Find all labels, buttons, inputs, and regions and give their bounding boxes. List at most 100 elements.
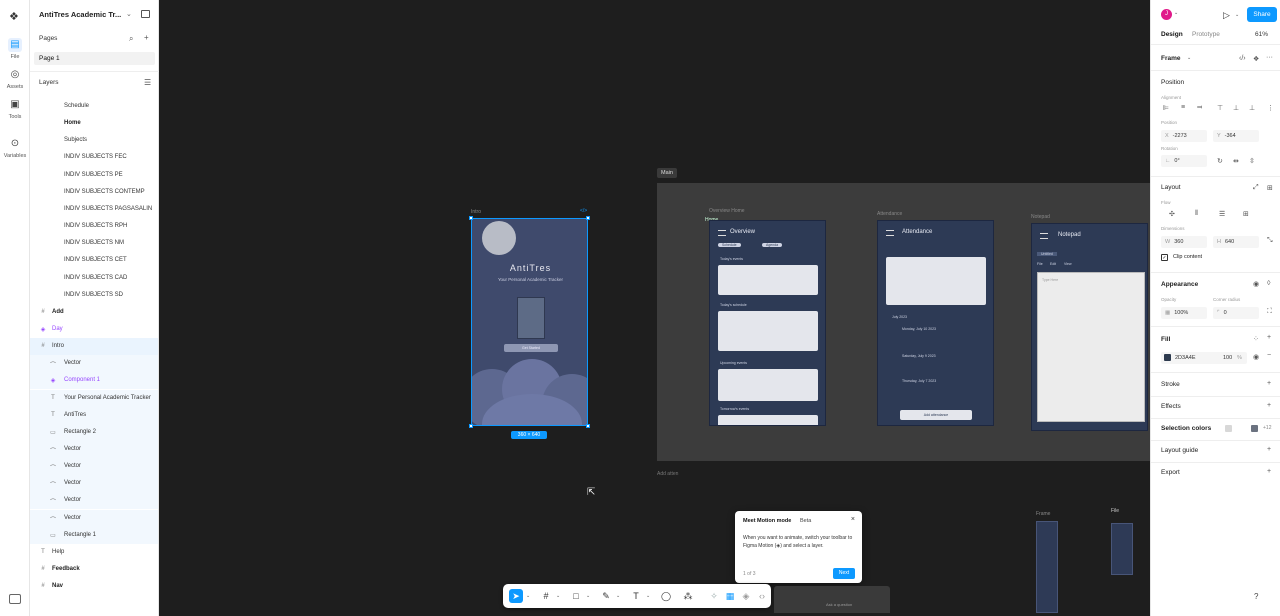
resize-handle[interactable] xyxy=(586,216,590,220)
resize-handle[interactable] xyxy=(469,216,473,220)
expand-icon[interactable]: ⤢ xyxy=(1253,184,1259,192)
opacity-field[interactable]: ▦ 100% xyxy=(1161,307,1207,319)
chevron-down-icon[interactable]: ⌄ xyxy=(556,593,560,599)
layer-item[interactable]: INDIV SUBJECTS NM xyxy=(30,235,158,252)
resize-handle[interactable] xyxy=(586,424,590,428)
chevron-down-icon[interactable]: ⌄ xyxy=(126,10,132,18)
auto-layout-icon[interactable]: ⊞ xyxy=(1267,184,1273,192)
tooltip-next-button[interactable]: Next xyxy=(833,568,855,579)
layer-item[interactable]: INDIV SUBJECTS PAGSASALIN xyxy=(30,201,158,218)
close-icon[interactable]: × xyxy=(851,516,855,523)
chevron-down-icon[interactable]: ⌄ xyxy=(1187,55,1191,61)
stroke-title[interactable]: Stroke xyxy=(1161,381,1180,388)
text-tool-icon[interactable]: T xyxy=(629,589,643,603)
selection-colors-more[interactable]: +12 xyxy=(1263,425,1271,431)
layer-item[interactable]: T Help xyxy=(30,544,158,561)
corner-radius-field[interactable]: ⌜ 0 xyxy=(1213,307,1259,319)
add-layout-guide-icon[interactable]: + xyxy=(1267,446,1271,453)
align-middle-icon[interactable]: ⊥ xyxy=(1233,104,1239,112)
layer-item[interactable]: ⌒ Vector xyxy=(30,492,158,510)
rail-variables[interactable]: ⊙ Variables xyxy=(0,137,30,159)
layer-item[interactable]: ◈ Day xyxy=(30,321,158,338)
layout-guide-title[interactable]: Layout guide xyxy=(1161,447,1198,454)
figma-logo-icon[interactable]: ❖ xyxy=(9,10,21,24)
vertical-layout-icon[interactable]: ⫴ xyxy=(1195,210,1198,218)
frame-tool-icon[interactable]: # xyxy=(539,589,553,603)
resize-handle[interactable] xyxy=(469,424,473,428)
chevron-down-icon[interactable]: ⌄ xyxy=(1235,12,1239,18)
tab-design[interactable]: Design xyxy=(1161,31,1183,38)
mini-file-label[interactable]: File xyxy=(1111,508,1119,514)
add-effect-icon[interactable]: + xyxy=(1267,402,1271,409)
present-icon[interactable]: ▷ xyxy=(1223,10,1230,21)
y-field[interactable]: Y -364 xyxy=(1213,130,1259,142)
layer-item[interactable]: ⌒ Vector xyxy=(30,458,158,476)
remove-fill-icon[interactable]: − xyxy=(1267,352,1271,359)
styles-icon[interactable]: ⁘ xyxy=(1253,335,1259,343)
export-title[interactable]: Export xyxy=(1161,469,1180,476)
layer-item[interactable]: Subjects xyxy=(30,132,158,149)
main-section[interactable]: Overview Home Home Attendance Notepad Ov… xyxy=(657,183,1150,461)
search-icon[interactable]: ⌕ xyxy=(129,34,133,44)
chevron-down-icon[interactable]: ⌄ xyxy=(616,593,620,599)
layer-item[interactable]: ⌒ Vector xyxy=(30,475,158,493)
effects-title[interactable]: Effects xyxy=(1161,403,1181,410)
align-center-icon[interactable]: ≡ xyxy=(1181,104,1185,111)
layer-item[interactable]: INDIV SUBJECTS RPH xyxy=(30,218,158,235)
layer-item[interactable]: T AntiTres xyxy=(30,406,158,424)
intro-frame-label[interactable]: Intro xyxy=(471,209,481,215)
actions-tool-icon[interactable]: ⁂ xyxy=(681,589,695,603)
file-title[interactable]: AntiTres Academic Tr... xyxy=(39,10,121,19)
constrain-proportions-icon[interactable]: ⤡ xyxy=(1267,237,1273,245)
clip-content-checkbox[interactable]: ✓ xyxy=(1161,254,1168,261)
dev-tool-icon[interactable]: ✧ xyxy=(707,589,721,603)
main-section-label[interactable]: Main xyxy=(657,168,677,178)
rotate-icon[interactable]: ↻ xyxy=(1217,157,1223,165)
align-top-icon[interactable]: ⊤ xyxy=(1217,104,1223,112)
help-icon[interactable]: ? xyxy=(1254,592,1258,601)
layer-item[interactable]: # Intro xyxy=(30,338,158,356)
horizontal-layout-icon[interactable]: ☰ xyxy=(1219,210,1225,218)
add-fill-icon[interactable]: + xyxy=(1267,334,1271,341)
design-mode-icon[interactable]: ▦ xyxy=(723,589,737,603)
chevron-down-icon[interactable]: ⌄ xyxy=(586,593,590,599)
share-button[interactable]: Share xyxy=(1247,7,1277,22)
notepad-frame-label[interactable]: Notepad xyxy=(1031,214,1050,220)
overview-frame-label[interactable]: Overview Home xyxy=(709,208,745,214)
rectangle-tool-icon[interactable]: □ xyxy=(569,589,583,603)
layer-item[interactable]: Schedule xyxy=(30,98,158,115)
add-atten-label[interactable]: Add atten xyxy=(657,471,678,477)
layer-item[interactable]: INDIV SUBJECTS CAD xyxy=(30,270,158,287)
fill-field[interactable]: 2D3A4E 100 % xyxy=(1161,352,1247,364)
grid-layout-icon[interactable]: ⊞ xyxy=(1243,210,1249,218)
page-item[interactable]: Page 1 xyxy=(34,52,155,65)
fill-swatch[interactable] xyxy=(1164,354,1171,361)
x-field[interactable]: X -2273 xyxy=(1161,130,1207,142)
intro-frame[interactable]: AntiTres Your Personal Academic Tracker … xyxy=(471,218,588,426)
layer-item[interactable]: INDIV SUBJECTS SD xyxy=(30,287,158,304)
layer-item[interactable]: INDIV SUBJECTS FEC xyxy=(30,149,158,166)
independent-corners-icon[interactable]: ⛶ xyxy=(1267,308,1272,316)
code-mode-icon[interactable]: ‹› xyxy=(755,589,769,603)
mini-frame-label[interactable]: Frame xyxy=(1036,511,1050,517)
rail-file[interactable]: ▤ File xyxy=(0,38,30,60)
layer-item[interactable]: ⌒ Vector xyxy=(30,355,158,373)
sidebar-toggle-icon[interactable] xyxy=(141,10,150,18)
attendance-frame[interactable]: Attendance July 2023 Monday, July 10 202… xyxy=(877,220,994,426)
eye-icon[interactable]: ◉ xyxy=(1253,280,1259,288)
layer-list-icon[interactable]: ☰ xyxy=(144,78,151,87)
add-page-icon[interactable]: + xyxy=(144,33,149,42)
freeform-layout-icon[interactable]: ✣ xyxy=(1169,210,1175,218)
add-stroke-icon[interactable]: + xyxy=(1267,380,1271,387)
zoom-level[interactable]: 61% xyxy=(1255,31,1268,38)
height-field[interactable]: H 640 xyxy=(1213,236,1259,248)
layer-item[interactable]: ⌒ Vector xyxy=(30,509,158,527)
layer-item[interactable]: # Add xyxy=(30,304,158,321)
rotation-field[interactable]: ∟ 0° xyxy=(1161,155,1207,167)
layer-item[interactable]: INDIV SUBJECTS CET xyxy=(30,252,158,269)
flip-horizontal-icon[interactable]: ⇹ xyxy=(1233,157,1239,165)
mini-frame[interactable] xyxy=(1036,521,1058,613)
more-icon[interactable]: ··· xyxy=(1266,54,1273,61)
layer-item[interactable]: # Nav xyxy=(30,578,158,595)
selection-color-swatch[interactable] xyxy=(1225,425,1232,432)
